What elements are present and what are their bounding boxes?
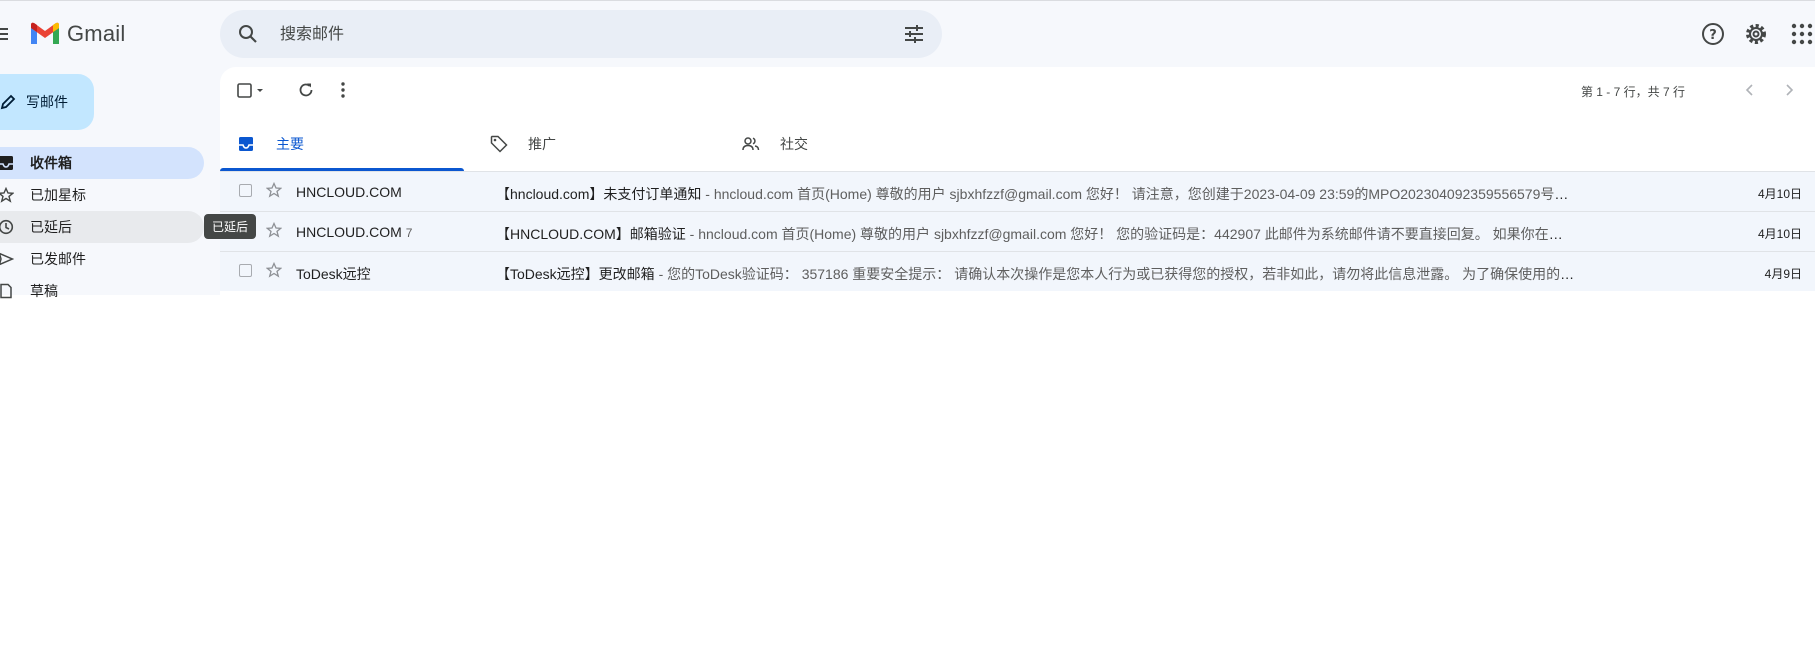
search-icon[interactable] — [238, 24, 258, 44]
nav-label: 已延后 — [30, 219, 72, 235]
mail-date: 4月9日 — [1764, 267, 1802, 281]
search-bar[interactable] — [220, 10, 942, 58]
settings-icon[interactable] — [1743, 21, 1769, 47]
nav-label: 已加星标 — [30, 187, 86, 203]
row-checkbox[interactable] — [239, 264, 252, 277]
compose-label: 写邮件 — [26, 94, 68, 110]
mail-row[interactable]: HNCLOUD.COM 【hncloud.com】未支付订单通知 - hnclo… — [220, 171, 1815, 211]
category-tabs: 主要 推广 社交 — [220, 117, 1815, 171]
snoozed-tooltip: 已延后 — [204, 214, 257, 239]
nav-item-inbox[interactable]: 收件箱 — [0, 147, 204, 179]
more-icon[interactable] — [340, 81, 346, 99]
gmail-logo-text: Gmail — [67, 21, 126, 46]
tab-promotions[interactable]: 推广 — [472, 117, 716, 171]
compose-button[interactable]: 写邮件 — [0, 74, 94, 130]
prev-page-icon[interactable] — [1743, 81, 1757, 99]
tag-icon — [490, 135, 508, 153]
gmail-logo[interactable]: Gmail — [29, 21, 125, 47]
mail-snippet: - hncloud.com 首页(Home) 尊敬的用户 sjbxhfzzf@g… — [689, 226, 1576, 242]
thread-count: 7 — [405, 226, 413, 240]
select-all-checkbox[interactable] — [237, 81, 267, 101]
mail-subject: 【ToDesk远控】更改邮箱 — [496, 266, 655, 282]
tab-primary[interactable]: 主要 — [220, 117, 464, 171]
nav-item-drafts[interactable]: 草稿 — [0, 275, 204, 307]
mail-list: HNCLOUD.COM 【hncloud.com】未支付订单通知 - hnclo… — [220, 171, 1815, 291]
star-icon[interactable] — [266, 222, 282, 238]
mail-date: 4月10日 — [1757, 227, 1802, 241]
apps-icon[interactable] — [1789, 21, 1815, 47]
tune-icon[interactable] — [904, 24, 924, 44]
svg-text:?: ? — [1709, 28, 1717, 43]
nav-item-starred[interactable]: 已加星标 — [0, 179, 204, 211]
row-checkbox[interactable] — [239, 184, 252, 197]
mail-content: 【HNCLOUD.COM】邮箱验证 - hncloud.com 首页(Home)… — [496, 224, 1576, 244]
nav-label: 草稿 — [30, 283, 58, 299]
next-page-icon[interactable] — [1782, 81, 1796, 99]
tab-social[interactable]: 社交 — [724, 117, 968, 171]
mail-row[interactable]: ToDesk远控 【ToDesk远控】更改邮箱 - 您的ToDesk验证码： 3… — [220, 251, 1815, 291]
clock-icon — [0, 219, 14, 235]
mail-content: 【ToDesk远控】更改邮箱 - 您的ToDesk验证码： 357186 重要安… — [496, 264, 1576, 284]
tab-label: 推广 — [528, 136, 556, 152]
tab-label: 主要 — [276, 136, 304, 152]
mail-list-panel: 第 1 - 7 行，共 7 行 主要 推广 社交 HNCLOUD.COM 【hn… — [220, 67, 1815, 296]
nav-label: 收件箱 — [30, 155, 72, 171]
mail-sender: HNCLOUD.COM — [296, 184, 402, 200]
inbox-icon — [239, 137, 253, 151]
nav-item-snoozed[interactable]: 已延后 — [0, 211, 204, 243]
nav-label: 已发邮件 — [30, 251, 86, 267]
mail-subject: 【hncloud.com】未支付订单通知 — [496, 186, 702, 202]
mail-sender: HNCLOUD.COM 7 — [296, 224, 413, 240]
mail-row[interactable]: HNCLOUD.COM 7 【HNCLOUD.COM】邮箱验证 - hncloud… — [220, 211, 1815, 251]
mail-toolbar: 第 1 - 7 行，共 7 行 — [220, 67, 1815, 115]
people-icon — [742, 137, 760, 151]
tab-label: 社交 — [780, 136, 808, 152]
mail-sender: ToDesk远控 — [296, 266, 371, 282]
chevron-down-icon — [257, 89, 263, 92]
mail-content: 【hncloud.com】未支付订单通知 - hncloud.com 首页(Ho… — [496, 184, 1576, 204]
star-icon[interactable] — [266, 262, 282, 278]
help-icon[interactable]: ? — [1700, 21, 1726, 47]
search-input[interactable] — [278, 22, 842, 48]
gmail-window: Gmail ? — [0, 0, 1815, 299]
nav-item-sent[interactable]: 已发邮件 — [0, 243, 204, 275]
mail-date: 4月10日 — [1757, 187, 1802, 201]
star-icon — [0, 187, 14, 203]
mail-subject: 【HNCLOUD.COM】邮箱验证 — [496, 226, 686, 242]
send-icon — [0, 252, 14, 266]
refresh-icon[interactable] — [297, 81, 315, 99]
gmail-logo-icon — [31, 22, 59, 44]
pencil-icon — [0, 94, 16, 110]
mail-snippet: - hncloud.com 首页(Home) 尊敬的用户 sjbxhfzzf@g… — [705, 186, 1576, 202]
pager-text: 第 1 - 7 行，共 7 行 — [1580, 85, 1685, 99]
mail-snippet: - 您的ToDesk验证码： 357186 重要安全提示： 请确认本次操作是您本… — [658, 266, 1576, 282]
menu-icon[interactable] — [0, 25, 12, 43]
star-icon[interactable] — [266, 182, 282, 198]
draft-icon — [0, 283, 12, 299]
inbox-icon — [0, 156, 13, 170]
